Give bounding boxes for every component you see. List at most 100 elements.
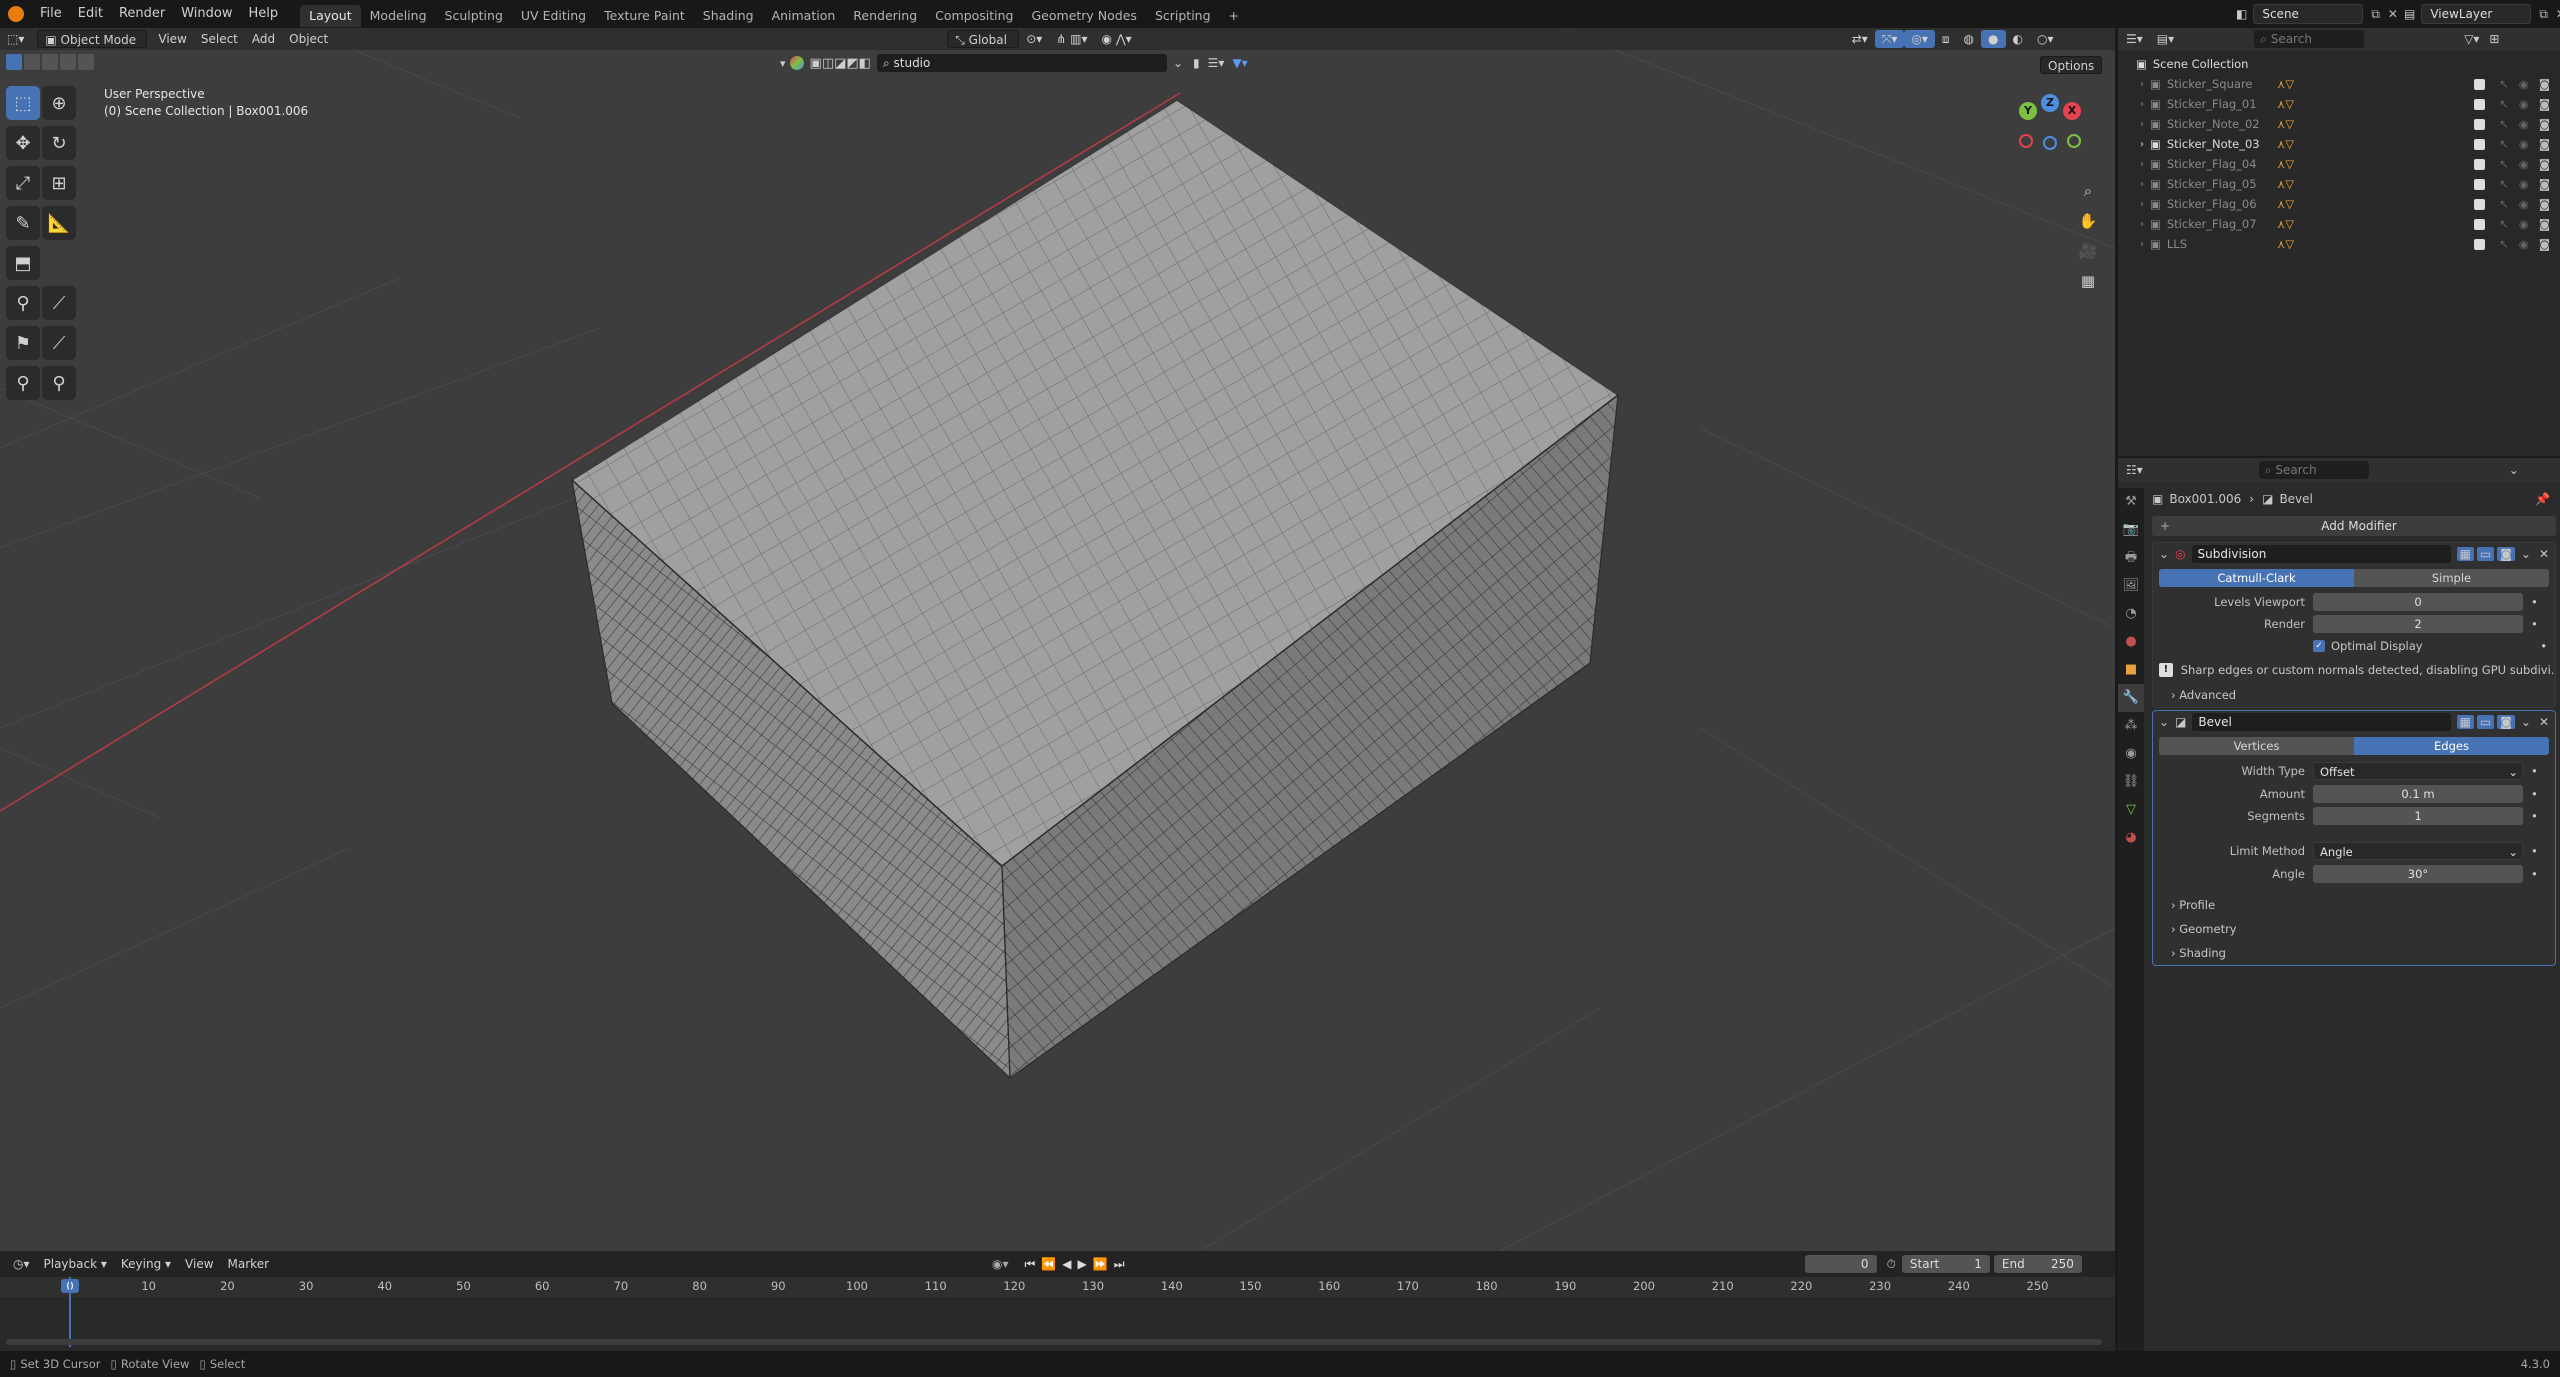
outliner-item[interactable]: › ▣ Sticker_Flag_06 ⋏▽ ↖ ◉ ◙ bbox=[2136, 194, 2560, 214]
select-subtract-icon[interactable] bbox=[42, 54, 58, 70]
visibility-eye-icon[interactable]: ◉ bbox=[2519, 177, 2529, 191]
measure-tool-icon[interactable]: 📐 bbox=[42, 206, 76, 240]
jump-start-icon[interactable]: ⏮ bbox=[1025, 1257, 1036, 1272]
new-collection-icon[interactable]: ⊞ bbox=[2489, 32, 2499, 46]
viewport-toggle-icon[interactable]: ▭ bbox=[2476, 547, 2495, 561]
visibility-eye-icon[interactable]: ◉ bbox=[2519, 77, 2529, 91]
remove-modifier-icon[interactable]: ✕ bbox=[2539, 715, 2549, 729]
menu-help[interactable]: Help bbox=[241, 0, 287, 28]
render-camera-icon[interactable]: ◙ bbox=[2539, 97, 2550, 111]
gizmo-neg-y[interactable] bbox=[2067, 134, 2081, 148]
pin-tool-icon-4[interactable]: ⟋ bbox=[42, 326, 76, 360]
outliner-item[interactable]: › ▣ Sticker_Square ⋏▽ ↖ ◉ ◙ bbox=[2136, 74, 2560, 94]
wireframe-shading-icon[interactable]: ◍ bbox=[1957, 30, 1981, 48]
play-icon[interactable]: ▶ bbox=[1078, 1257, 1087, 1271]
output-tab-icon[interactable]: 🖶 bbox=[2118, 544, 2144, 572]
select-intersect-icon[interactable] bbox=[78, 54, 94, 70]
keyframe-dot-icon[interactable]: • bbox=[2531, 867, 2538, 881]
select-new-icon[interactable] bbox=[6, 54, 22, 70]
render-camera-icon[interactable]: ◙ bbox=[2539, 117, 2550, 131]
collapse-chevron-icon[interactable]: ⌄ bbox=[2159, 715, 2169, 729]
asset-dropdown-icon[interactable]: ▾ bbox=[780, 57, 786, 70]
select-toggle-icon[interactable]: ↖ bbox=[2499, 237, 2509, 251]
move-tool-icon[interactable]: ✥ bbox=[6, 126, 40, 160]
scene-collection-row[interactable]: ▣ Scene Collection bbox=[2136, 54, 2560, 74]
expand-chevron-icon[interactable]: › bbox=[2140, 239, 2144, 250]
ortho-toggle-icon[interactable]: ▦ bbox=[2075, 268, 2101, 294]
timeline-track-area[interactable] bbox=[0, 1277, 2115, 1351]
pan-hand-icon[interactable]: ✋ bbox=[2075, 208, 2101, 234]
zoom-icon[interactable]: ⌕ bbox=[2075, 178, 2101, 204]
playhead[interactable] bbox=[69, 1277, 71, 1347]
data-tab-icon[interactable]: ▽ bbox=[2118, 796, 2144, 824]
select-invert-icon[interactable] bbox=[60, 54, 76, 70]
render-camera-icon[interactable]: ◙ bbox=[2539, 197, 2550, 211]
new-scene-icon[interactable]: ⧉ bbox=[2371, 7, 2380, 22]
particles-tab-icon[interactable]: ⁂ bbox=[2118, 712, 2144, 740]
exclude-checkbox-icon[interactable] bbox=[2474, 178, 2486, 190]
annotate-tool-icon[interactable]: ✎ bbox=[6, 206, 40, 240]
keyframe-dot-icon[interactable]: • bbox=[2531, 787, 2538, 801]
scene-selector[interactable]: Scene bbox=[2253, 4, 2364, 24]
expand-chevron-icon[interactable]: › bbox=[2140, 79, 2144, 90]
visibility-icon[interactable]: ⇄▾ bbox=[1845, 30, 1875, 48]
render-levels-field[interactable]: 2 bbox=[2313, 615, 2523, 633]
geometry-subpanel[interactable]: › Geometry bbox=[2153, 917, 2555, 941]
play-reverse-icon[interactable]: ◀ bbox=[1062, 1257, 1071, 1271]
scene-tab-icon[interactable]: ◔ bbox=[2118, 600, 2144, 628]
render-tab-icon[interactable]: 📷 bbox=[2118, 516, 2144, 544]
profile-subpanel[interactable]: › Profile bbox=[2153, 893, 2555, 917]
select-toggle-icon[interactable]: ↖ bbox=[2499, 157, 2509, 171]
editmode-toggle-icon[interactable]: ▦ bbox=[2456, 715, 2474, 729]
select-toggle-icon[interactable]: ↖ bbox=[2499, 177, 2509, 191]
outliner-search[interactable]: ⌕ Search bbox=[2254, 30, 2365, 48]
gizmo-toggle-icon[interactable]: ⤧▾ bbox=[1874, 30, 1905, 48]
gizmo-y-axis[interactable]: Y bbox=[2019, 102, 2037, 120]
physics-tab-icon[interactable]: ◉ bbox=[2118, 740, 2144, 768]
pin-tool-icon-1[interactable]: ⚲ bbox=[6, 286, 40, 320]
select-extend-icon[interactable] bbox=[24, 54, 40, 70]
keyframe-dot-icon[interactable]: • bbox=[2540, 639, 2547, 653]
tab-layout[interactable]: Layout bbox=[300, 4, 361, 27]
keyframe-dot-icon[interactable]: • bbox=[2531, 595, 2538, 609]
angle-field[interactable]: 30° bbox=[2313, 865, 2523, 883]
jump-keyframe-back-icon[interactable]: ⏪ bbox=[1041, 1257, 1056, 1271]
add-modifier-button[interactable]: + Add Modifier bbox=[2152, 516, 2556, 536]
select-toggle-icon[interactable]: ↖ bbox=[2499, 97, 2509, 111]
options-button[interactable]: Options bbox=[2040, 56, 2103, 74]
tab-rendering[interactable]: Rendering bbox=[844, 5, 926, 27]
exclude-checkbox-icon[interactable] bbox=[2474, 138, 2486, 150]
render-toggle-icon[interactable]: ◙ bbox=[2497, 715, 2515, 729]
visibility-eye-icon[interactable]: ◉ bbox=[2519, 237, 2529, 251]
keyframe-dot-icon[interactable]: • bbox=[2531, 844, 2538, 858]
exclude-checkbox-icon[interactable] bbox=[2474, 118, 2486, 130]
shading-subpanel[interactable]: › Shading bbox=[2153, 941, 2555, 965]
modifier-menu-icon[interactable]: ⌄ bbox=[2521, 715, 2531, 729]
transform-orientation[interactable]: ⤡ Global ▾ bbox=[947, 30, 1020, 65]
asset-search-field[interactable]: ⌕ studio bbox=[876, 54, 1167, 72]
timeline-ruler[interactable]: 0102030405060708090100110120130140150160… bbox=[0, 1277, 2115, 1297]
pin-icon[interactable]: 📌 bbox=[2535, 492, 2550, 506]
expand-chevron-icon[interactable]: › bbox=[2140, 199, 2144, 210]
viewport-menu-object[interactable]: Object bbox=[282, 30, 335, 48]
tab-sculpting[interactable]: Sculpting bbox=[436, 5, 512, 27]
keyframe-dot-icon[interactable]: • bbox=[2531, 764, 2538, 778]
expand-chevron-icon[interactable]: › bbox=[2140, 119, 2144, 130]
world-tab-icon[interactable]: ● bbox=[2118, 628, 2144, 656]
gizmo-x-axis[interactable]: X bbox=[2063, 102, 2081, 120]
bevel-name-field[interactable]: Bevel bbox=[2192, 713, 2451, 731]
tab-animation[interactable]: Animation bbox=[763, 5, 845, 27]
width-type-dropdown[interactable]: Offset ⌄ bbox=[2313, 762, 2523, 780]
menu-file[interactable]: File bbox=[32, 0, 70, 28]
collapse-chevron-icon[interactable]: ⌄ bbox=[2159, 547, 2169, 561]
outliner-item[interactable]: › ▣ Sticker_Flag_04 ⋏▽ ↖ ◉ ◙ bbox=[2136, 154, 2560, 174]
select-toggle-icon[interactable]: ↖ bbox=[2499, 137, 2509, 151]
gizmo-neg-x[interactable] bbox=[2019, 134, 2033, 148]
optimal-display-checkbox[interactable]: ✓ bbox=[2313, 640, 2325, 652]
gizmo-z-axis[interactable]: Z bbox=[2041, 94, 2059, 112]
properties-editor-icon[interactable]: ☷▾ bbox=[2126, 463, 2143, 477]
proportional-edit-icon[interactable]: ◉ ⋀▾ bbox=[1095, 30, 1139, 48]
keyframe-dot-icon[interactable]: • bbox=[2531, 809, 2538, 823]
advanced-subpanel[interactable]: › Advanced bbox=[2153, 683, 2555, 707]
levels-viewport-field[interactable]: 0 bbox=[2313, 593, 2523, 611]
